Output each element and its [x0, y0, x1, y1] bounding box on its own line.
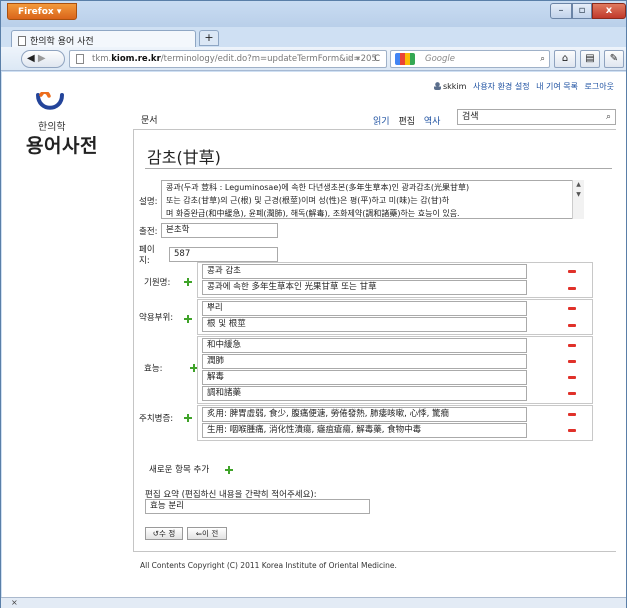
description-textarea[interactable]: 콩과(두과 荳科 : Leguminosae)에 속한 다년생초본(多年生草本)…: [161, 180, 584, 219]
remove-effect-icon[interactable]: [568, 360, 576, 363]
tab-document[interactable]: 문서: [141, 113, 158, 126]
tab-edit[interactable]: 편집: [398, 117, 415, 127]
origin-input[interactable]: 콩과 감초: [202, 264, 527, 279]
add-item-icon[interactable]: [225, 466, 233, 474]
addons-button[interactable]: ✎: [604, 50, 624, 68]
scroll-down-icon[interactable]: ▼: [573, 190, 584, 200]
effect-input[interactable]: 調和諸藥: [202, 386, 527, 401]
bookmarks-button[interactable]: ▤: [580, 50, 600, 68]
back-button[interactable]: ⇐이 전: [187, 527, 227, 540]
page-icon: [18, 36, 26, 46]
status-bar: ×: [1, 597, 626, 608]
kiom-logo-icon[interactable]: [35, 92, 65, 112]
tab-history[interactable]: 역사: [424, 117, 441, 127]
site-search-value: 검색: [462, 112, 479, 122]
tab-strip: 한의학 용어 사전 +: [1, 27, 626, 47]
remove-effect-icon[interactable]: [568, 392, 576, 395]
medicinal-part-input[interactable]: 根 및 根莖: [202, 317, 527, 332]
user-links: skkim 사용자 환경 설정 내 기여 목록 로그아웃: [430, 81, 614, 92]
description-line: 또는 감초(甘草)의 근(根) 및 근경(根莖)이며 성(性)은 평(平)하고 …: [166, 196, 450, 205]
browser-window: Firefox ▾ – ▫ x 한의학 용어 사전 + ◀ ▶ tkm.kiom…: [0, 0, 627, 608]
copyright-text: All Contents Copyright (C) 2011 Korea In…: [140, 561, 397, 570]
edit-summary-input[interactable]: 효능 분리: [145, 499, 370, 514]
username[interactable]: skkim: [443, 82, 466, 91]
remove-medicinal-part-icon[interactable]: [568, 324, 576, 327]
forward-arrow-icon[interactable]: ▶: [38, 53, 46, 64]
browser-tab[interactable]: 한의학 용어 사전: [11, 30, 196, 47]
medicinal-part-label: 약용부위:: [139, 313, 174, 323]
reload-icon[interactable]: C: [374, 51, 380, 67]
firefox-menu-button[interactable]: Firefox ▾: [7, 3, 77, 20]
search-icon[interactable]: ⌕: [540, 51, 545, 67]
firefox-menu-label: Firefox: [18, 7, 54, 17]
preferences-link[interactable]: 사용자 환경 설정: [473, 82, 530, 91]
effect-input[interactable]: 潤肺: [202, 354, 527, 369]
save-button-label: 수 정: [159, 529, 176, 538]
add-indication-icon[interactable]: [184, 414, 192, 422]
page-title: 감초(甘草): [147, 148, 221, 167]
indication-input[interactable]: 炙用: 脾胃虛弱, 食少, 腹痛便溏, 勞倦發熱, 肺痿咳嗽, 心悸, 驚癇: [202, 407, 527, 422]
add-origin-icon[interactable]: [184, 278, 192, 286]
remove-effect-icon[interactable]: [568, 344, 576, 347]
url-bar[interactable]: tkm.kiom.re.kr/terminology/edit.do?m=upd…: [69, 50, 387, 68]
new-tab-button[interactable]: +: [199, 30, 219, 46]
back-arrow-icon[interactable]: ◀: [27, 53, 35, 64]
close-button[interactable]: x: [592, 3, 626, 19]
origin-input[interactable]: 콩과에 속한 多年生草本인 光果甘草 또는 甘草: [202, 280, 527, 295]
remove-origin-icon[interactable]: [568, 270, 576, 273]
maximize-button[interactable]: ▫: [572, 3, 592, 19]
url-domain: kiom.re.kr: [111, 54, 161, 64]
remove-indication-icon[interactable]: [568, 429, 576, 432]
back-forward-buttons[interactable]: ◀ ▶: [21, 50, 65, 68]
web-search-bar[interactable]: Google ⌕: [390, 50, 550, 68]
user-icon: [433, 82, 441, 90]
indication-input[interactable]: 生用: 咽喉腫痛, 消化性潰瘍, 癰疽瘡瘍, 解毒藥, 食物中毒: [202, 423, 527, 438]
page-input[interactable]: 587: [169, 247, 278, 262]
effect-input[interactable]: 和中緩急: [202, 338, 527, 353]
effect-label: 효능:: [144, 364, 163, 374]
save-button[interactable]: ↺수 정: [145, 527, 183, 540]
navigation-toolbar: ◀ ▶ tkm.kiom.re.kr/terminology/edit.do?m…: [1, 47, 626, 71]
my-contributions-link[interactable]: 내 기여 목록: [536, 82, 578, 91]
remove-indication-icon[interactable]: [568, 413, 576, 416]
effect-input[interactable]: 解毒: [202, 370, 527, 385]
description-scrollbar[interactable]: ▲ ▼: [572, 180, 584, 219]
scroll-up-icon[interactable]: ▲: [573, 180, 584, 190]
add-medicinal-part-icon[interactable]: [184, 315, 192, 323]
google-engine-icon[interactable]: [395, 53, 415, 65]
origin-label: 기원명:: [144, 278, 171, 288]
edit-form: 감초(甘草) 설명: 콩과(두과 荳科 : Leguminosae)에 속한 다…: [133, 129, 616, 551]
footer-divider: [133, 551, 616, 552]
remove-effect-icon[interactable]: [568, 376, 576, 379]
home-button[interactable]: ⌂: [554, 50, 576, 68]
web-search-placeholder: Google: [425, 54, 455, 64]
minimize-button[interactable]: –: [550, 3, 572, 19]
add-item-label[interactable]: 새로운 항목 추가: [149, 463, 209, 475]
description-line: 콩과(두과 荳科 : Leguminosae)에 속한 다년생초본(多年生草本)…: [166, 183, 470, 192]
site-search-input[interactable]: 검색 ⌕: [457, 109, 616, 125]
bookmark-star-icon[interactable]: ☆ ▾: [345, 51, 360, 67]
logout-link[interactable]: 로그아웃: [585, 82, 614, 91]
tab-read[interactable]: 읽기: [373, 117, 390, 127]
medicinal-part-input[interactable]: 뿌리: [202, 301, 527, 316]
title-divider: [145, 168, 612, 169]
site-identity-icon[interactable]: [76, 54, 84, 64]
search-icon[interactable]: ⌕: [606, 110, 611, 124]
source-input[interactable]: 본초학: [161, 223, 278, 238]
page-actions: 읽기 편집 역사: [373, 114, 446, 127]
url-prefix: tkm.: [92, 54, 112, 64]
description-label: 설명:: [139, 197, 158, 207]
description-line: 며 화중완급(和中緩急), 윤폐(潤肺), 해독(解毒), 조화제약(調和諸藥)…: [166, 209, 460, 218]
page-label-line2: 지:: [139, 256, 150, 266]
remove-medicinal-part-icon[interactable]: [568, 307, 576, 310]
indication-label: 주치병증:: [139, 414, 174, 424]
browser-tab-title: 한의학 용어 사전: [30, 37, 94, 47]
source-label: 출전:: [139, 227, 158, 237]
title-bar: Firefox ▾ – ▫ x: [1, 1, 626, 27]
back-button-label: 이 전: [202, 529, 219, 538]
remove-origin-icon[interactable]: [568, 287, 576, 290]
web-page: skkim 사용자 환경 설정 내 기여 목록 로그아웃 한의학 용어사전 문서…: [2, 72, 626, 597]
logo-title[interactable]: 용어사전: [26, 131, 98, 158]
close-addon-bar-icon[interactable]: ×: [11, 598, 18, 607]
